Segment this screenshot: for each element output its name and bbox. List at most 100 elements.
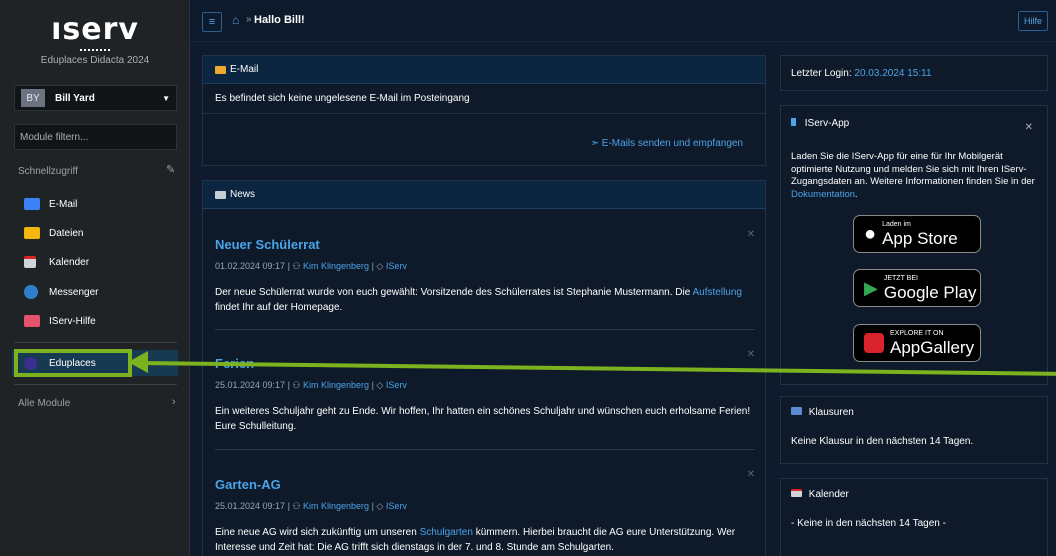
tag-icon: ◇ — [376, 501, 384, 511]
panel-title: News — [230, 189, 256, 200]
panel-title: IServ-App — [804, 118, 850, 129]
huawei-icon — [864, 333, 884, 353]
panel-title: E-Mail — [230, 64, 259, 75]
exams-icon — [791, 407, 802, 415]
send-icon: ➣ — [590, 138, 600, 149]
news-text-part: Eine neue AG wird sich zukünftig um unse… — [215, 527, 420, 538]
user-name: Bill Yard — [55, 92, 95, 104]
news-item: Garten-AG 25.01.2024 09:17 | ⚇ Kim Kling… — [215, 477, 755, 555]
news-link[interactable]: Schulgarten — [420, 527, 473, 538]
chevron-down-icon: ▼ — [162, 93, 170, 103]
sidebar-item-label: Messenger — [49, 286, 99, 298]
documentation-link[interactable]: Dokumentation — [791, 189, 855, 200]
divider — [215, 449, 755, 450]
news-author[interactable]: Kim Klingenberg — [303, 501, 369, 511]
help-button[interactable]: Hilfe — [1017, 11, 1048, 31]
news-text: Eine neue AG wird sich zukünftig um unse… — [215, 525, 755, 555]
top-bar: ≡ ⌂ » Hallo Bill! Hilfe — [190, 0, 1056, 42]
calendar-panel: Kalender - Keine in den nächsten 14 Tage… — [780, 478, 1048, 556]
email-panel-header: E-Mail — [203, 56, 765, 84]
home-icon[interactable]: ⌂ — [232, 13, 239, 27]
sidebar-item-messenger[interactable]: Messenger — [14, 280, 177, 304]
iserv-logo[interactable]: ıserv — [0, 12, 190, 51]
divider — [14, 342, 177, 343]
exams-status: Keine Klausur in den nächsten 14 Tagen. — [791, 436, 974, 447]
hamburger-icon: ≡ — [208, 16, 216, 28]
sidebar-item-calendar[interactable]: Kalender — [14, 250, 177, 274]
calendar-status: - Keine in den nächsten 14 Tagen - — [791, 518, 946, 529]
news-tag[interactable]: IServ — [386, 380, 407, 390]
news-item: Neuer Schülerrat 01.02.2024 09:17 | ⚇ Ki… — [215, 237, 755, 315]
all-modules-link[interactable]: Alle Module — [18, 398, 70, 409]
edit-icon[interactable]: ✎ — [166, 163, 175, 176]
sidebar-item-label: Kalender — [49, 256, 90, 268]
appgallery-badge[interactable]: EXPLORE IT ON AppGallery — [853, 324, 981, 362]
news-meta: 25.01.2024 09:17 | ⚇ Kim Klingenberg | ◇… — [215, 501, 407, 511]
news-text-part: findet Ihr auf der Homepage. — [215, 302, 343, 313]
news-tag[interactable]: IServ — [386, 261, 407, 271]
sidebar: ıserv Eduplaces Didacta 2024 BY Bill Yar… — [0, 0, 190, 556]
pointer-arrow-head — [128, 351, 148, 373]
divider — [215, 329, 755, 330]
divider — [14, 384, 177, 385]
panel-title: Kalender — [808, 489, 849, 500]
app-text-end: . — [854, 188, 858, 200]
quick-access-title: Schnellzugriff — [18, 166, 78, 177]
badge-big: AppGallery — [890, 337, 975, 357]
news-text-part: Der neue Schülerrat wurde von euch gewäh… — [215, 287, 693, 298]
news-panel-header: News — [203, 181, 765, 209]
panel-title: Klausuren — [808, 407, 854, 418]
app-panel-header: IServ-App — [781, 106, 1047, 129]
sidebar-item-label: Dateien — [49, 227, 84, 239]
folder-icon — [24, 227, 40, 239]
phone-icon — [791, 118, 796, 126]
module-filter-input[interactable] — [14, 124, 177, 150]
exams-panel: Klausuren Keine Klausur in den nächsten … — [780, 396, 1048, 464]
calendar-icon — [791, 489, 802, 497]
last-login-panel: Letzter Login: 20.03.2024 15:11 — [780, 55, 1048, 91]
news-author[interactable]: Kim Klingenberg — [303, 261, 369, 271]
news-tag[interactable]: IServ — [386, 501, 407, 511]
email-status: Es befindet sich keine ungelesene E-Mail… — [203, 84, 765, 114]
news-icon — [215, 190, 226, 199]
sidebar-item-files[interactable]: Dateien — [14, 221, 177, 245]
chevron-right-icon: › — [172, 396, 176, 408]
tag-icon: ◇ — [376, 380, 384, 390]
send-receive-emails-link[interactable]: ➣ E-Mails senden und empfangen — [591, 138, 743, 149]
chat-icon — [24, 285, 38, 299]
news-text: Ein weiteres Schuljahr geht zu Ende. Wir… — [215, 406, 751, 432]
news-title[interactable]: Garten-AG — [215, 477, 755, 492]
news-text: Der neue Schülerrat wurde von euch gewäh… — [215, 285, 755, 315]
news-link[interactable]: Aufstellung — [693, 287, 742, 298]
news-title[interactable]: Neuer Schülerrat — [215, 237, 755, 252]
mail-icon — [24, 198, 40, 210]
badge-small: JETZT BEI — [883, 274, 918, 282]
app-store-badge[interactable]: ● Laden im App Store — [853, 215, 981, 253]
sidebar-item-email[interactable]: E-Mail — [14, 192, 177, 216]
user-menu[interactable]: BY Bill Yard ▼ — [14, 85, 177, 111]
avatar: BY — [21, 89, 45, 107]
badge-small: EXPLORE IT ON — [890, 329, 944, 337]
exams-panel-header: Klausuren — [781, 397, 1047, 418]
sidebar-item-label: IServ-Hilfe — [49, 315, 96, 327]
menu-toggle-button[interactable]: ≡ — [202, 12, 222, 32]
apple-icon: ● — [864, 222, 877, 245]
badge-text: JETZT BEI Google Play — [884, 275, 977, 302]
organization-name: Eduplaces Didacta 2024 — [40, 55, 150, 66]
last-login-value[interactable]: 20.03.2024 15:11 — [854, 68, 931, 79]
calendar-icon — [24, 256, 36, 268]
news-meta: 25.01.2024 09:17 | ⚇ Kim Klingenberg | ◇… — [215, 380, 407, 390]
user-icon: ⚇ — [292, 261, 301, 271]
help-icon — [24, 315, 40, 327]
email-panel: E-Mail Es befindet sich keine ungelesene… — [202, 55, 766, 166]
sidebar-item-iserv-help[interactable]: IServ-Hilfe — [14, 309, 177, 333]
google-play-badge[interactable]: ▶ JETZT BEI Google Play — [853, 269, 981, 307]
highlight-box — [14, 349, 132, 377]
app-text: Laden Sie die IServ-App für eine für Ihr… — [791, 151, 1035, 187]
sidebar-item-label: E-Mail — [49, 198, 78, 210]
badge-text: Laden im App Store — [882, 221, 958, 248]
close-icon[interactable]: ✕ — [1025, 122, 1033, 133]
news-date: 25.01.2024 09:17 — [215, 380, 286, 390]
news-author[interactable]: Kim Klingenberg — [303, 380, 369, 390]
badge-small: Laden im — [882, 220, 911, 228]
